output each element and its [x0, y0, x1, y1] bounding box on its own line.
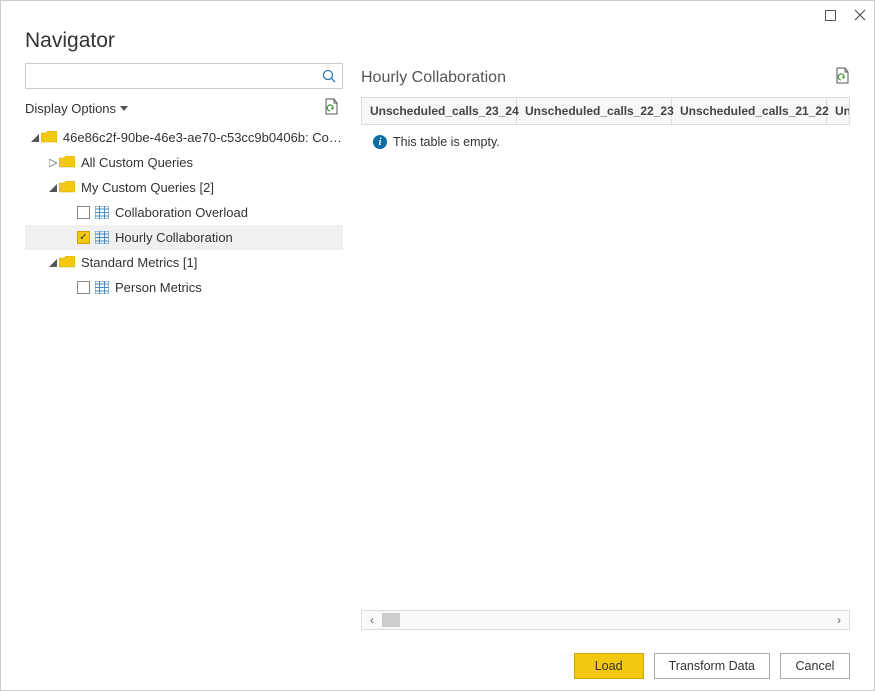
scroll-track[interactable] [382, 611, 829, 629]
column-header[interactable]: Unscheduled_calls_20_21 [827, 98, 850, 124]
search-input[interactable] [26, 69, 316, 84]
scroll-thumb[interactable] [382, 613, 400, 627]
table-icon [95, 206, 109, 219]
tree-standard-node[interactable]: Standard Metrics [1] [25, 250, 343, 275]
empty-message-text: This table is empty. [393, 135, 500, 149]
tree-node-label: All Custom Queries [81, 155, 193, 170]
info-icon: i [373, 135, 387, 149]
expander-icon[interactable] [47, 159, 59, 167]
tree-hourly-collab-node[interactable]: Hourly Collaboration [25, 225, 343, 250]
expander-icon[interactable] [47, 184, 59, 192]
expander-icon[interactable] [47, 259, 59, 267]
display-options-row: Display Options [25, 95, 343, 121]
folder-icon [59, 156, 75, 169]
tree-collab-overload-node[interactable]: Collaboration Overload [25, 200, 343, 225]
left-pane: Display Options 46e86c2f-90be-46e3-ae70-… [25, 63, 343, 642]
navigator-window: Navigator Display Options [0, 0, 875, 691]
load-button[interactable]: Load [574, 653, 644, 679]
close-icon[interactable] [854, 9, 866, 21]
search-box[interactable] [25, 63, 343, 89]
refresh-page-icon[interactable] [324, 98, 339, 118]
refresh-preview-icon[interactable] [835, 67, 850, 89]
table-icon [95, 281, 109, 294]
tree-node-label: Person Metrics [115, 280, 202, 295]
checkbox[interactable] [77, 281, 90, 294]
chevron-down-icon [120, 106, 128, 111]
scroll-right-icon[interactable]: › [829, 611, 849, 629]
dialog-title: Navigator [25, 29, 850, 53]
dialog-footer: Load Transform Data Cancel [1, 642, 874, 690]
tree-node-label: My Custom Queries [2] [81, 180, 214, 195]
tree-all-custom-node[interactable]: All Custom Queries [25, 150, 343, 175]
tree-node-label: Collaboration Overload [115, 205, 248, 220]
cancel-button[interactable]: Cancel [780, 653, 850, 679]
expander-icon[interactable] [29, 134, 41, 142]
search-icon[interactable] [316, 64, 342, 88]
dialog-header: Navigator [1, 29, 874, 63]
maximize-icon[interactable] [825, 10, 836, 21]
tree-node-label: Hourly Collaboration [115, 230, 233, 245]
titlebar [1, 1, 874, 29]
column-header[interactable]: Unscheduled_calls_21_22 [672, 98, 827, 124]
tree-my-custom-node[interactable]: My Custom Queries [2] [25, 175, 343, 200]
display-options-dropdown[interactable]: Display Options [25, 101, 128, 116]
tree-root-label: 46e86c2f-90be-46e3-ae70-c53cc9b0406b: Co… [63, 130, 343, 145]
folder-icon [59, 256, 75, 269]
preview-pane: Hourly Collaboration Unscheduled_calls_2… [343, 63, 874, 642]
preview-title: Hourly Collaboration [361, 69, 506, 87]
tree-node-label: Standard Metrics [1] [81, 255, 197, 270]
nav-tree: 46e86c2f-90be-46e3-ae70-c53cc9b0406b: Co… [25, 125, 343, 642]
folder-icon [59, 181, 75, 194]
tree-person-metrics-node[interactable]: Person Metrics [25, 275, 343, 300]
column-header[interactable]: Unscheduled_calls_22_23 [517, 98, 672, 124]
tree-root-node[interactable]: 46e86c2f-90be-46e3-ae70-c53cc9b0406b: Co… [25, 125, 343, 150]
empty-message-row: i This table is empty. [361, 125, 850, 159]
folder-icon [41, 131, 57, 144]
column-header[interactable]: Unscheduled_calls_23_24 [362, 98, 517, 124]
checkbox[interactable] [77, 231, 90, 244]
table-icon [95, 231, 109, 244]
display-options-label: Display Options [25, 101, 116, 116]
checkbox[interactable] [77, 206, 90, 219]
transform-data-button[interactable]: Transform Data [654, 653, 770, 679]
horizontal-scrollbar[interactable]: ‹ › [361, 610, 850, 630]
column-headers: Unscheduled_calls_23_24 Unscheduled_call… [361, 97, 850, 125]
scroll-left-icon[interactable]: ‹ [362, 611, 382, 629]
